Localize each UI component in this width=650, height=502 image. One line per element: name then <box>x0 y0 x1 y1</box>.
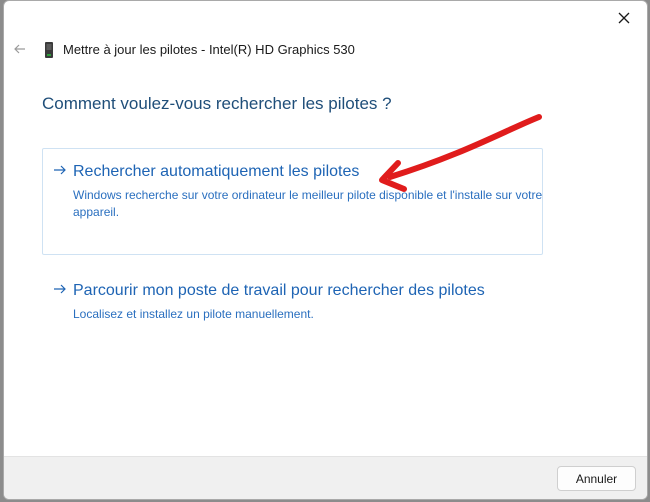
cancel-button[interactable]: Annuler <box>557 466 636 491</box>
arrow-right-icon <box>54 165 66 175</box>
arrow-right-icon <box>54 284 66 294</box>
close-button[interactable] <box>601 1 647 35</box>
back-button[interactable] <box>10 39 30 59</box>
red-annotation-arrow <box>379 114 542 192</box>
window-title: Mettre à jour les pilotes - Intel(R) HD … <box>63 42 355 57</box>
option-title: Rechercher automatiquement les pilotes <box>73 163 360 180</box>
option-browse-computer[interactable]: Parcourir mon poste de travail pour rech… <box>42 267 543 329</box>
option-description: Localisez et installez un pilote manuell… <box>73 307 314 321</box>
page-heading: Comment voulez-vous rechercher les pilot… <box>42 94 392 113</box>
dialog-footer: Annuler <box>4 456 647 499</box>
close-icon <box>618 12 630 24</box>
back-arrow-icon <box>14 44 25 54</box>
graphics-card-icon <box>45 42 53 58</box>
option-title: Parcourir mon poste de travail pour rech… <box>73 282 485 299</box>
driver-update-dialog: Mettre à jour les pilotes - Intel(R) HD … <box>3 0 648 500</box>
